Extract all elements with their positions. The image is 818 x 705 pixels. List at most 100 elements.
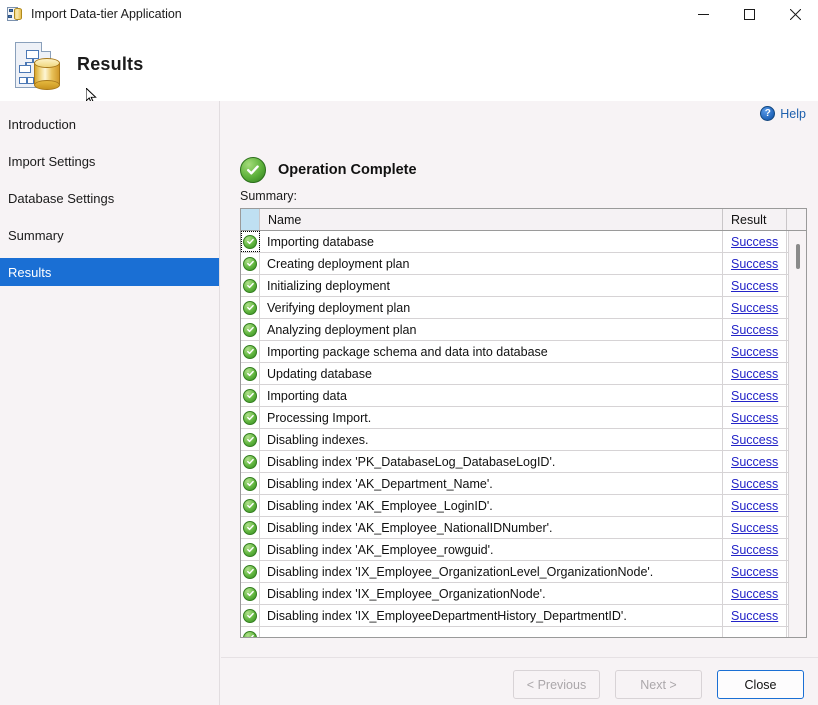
close-button[interactable]: Close xyxy=(717,670,804,699)
table-row[interactable]: Disabling index 'IX_Employee_Organizatio… xyxy=(241,583,806,605)
row-status-cell xyxy=(241,319,260,340)
result-link[interactable]: Success xyxy=(731,323,778,337)
table-row[interactable]: Importing package schema and data into d… xyxy=(241,341,806,363)
table-row[interactable]: Analyzing deployment plan Success xyxy=(241,319,806,341)
result-link[interactable]: Success xyxy=(731,345,778,359)
sidebar-item-summary[interactable]: Summary xyxy=(0,221,219,249)
app-icon xyxy=(7,6,23,22)
row-name-cell: Disabling index 'AK_Department_Name'. xyxy=(260,473,723,494)
table-row[interactable]: Importing database Success xyxy=(241,231,806,253)
minimize-button[interactable] xyxy=(680,0,726,28)
row-name-cell: Processing Import. xyxy=(260,407,723,428)
table-row[interactable]: Disabling index 'AK_Department_Name'. Suc… xyxy=(241,473,806,495)
previous-button[interactable]: < Previous xyxy=(513,670,600,699)
sidebar-item-label: Import Settings xyxy=(8,153,96,169)
table-row[interactable]: Updating database Success xyxy=(241,363,806,385)
row-name-cell: Disabling index 'AK_Employee_LoginID'. xyxy=(260,495,723,516)
row-result-cell: Success xyxy=(723,429,787,450)
green-check-icon xyxy=(243,498,257,513)
result-link[interactable]: Success xyxy=(731,411,778,425)
window-controls xyxy=(680,0,818,28)
green-check-icon xyxy=(243,586,257,601)
sidebar-item-introduction[interactable]: Introduction xyxy=(0,110,219,138)
results-content-pane: ? Help Operation Complete Summary: Name … xyxy=(221,101,818,657)
dacpac-database-icon xyxy=(11,41,63,90)
close-window-button[interactable] xyxy=(772,0,818,28)
green-check-icon xyxy=(243,256,257,271)
table-row[interactable]: Creating deployment plan Success xyxy=(241,253,806,275)
table-row[interactable]: Initializing deployment Success xyxy=(241,275,806,297)
table-scrollbar[interactable] xyxy=(788,231,806,637)
row-name-cell: Disabling index 'IX_EmployeeDepartmentHi… xyxy=(260,605,723,626)
row-status-cell xyxy=(241,627,260,637)
result-link[interactable]: Success xyxy=(731,367,778,381)
row-status-cell xyxy=(241,473,260,494)
green-check-icon xyxy=(243,608,257,623)
result-link[interactable]: Success xyxy=(731,477,778,491)
green-check-icon xyxy=(243,234,257,249)
row-status-cell xyxy=(241,297,260,318)
result-link[interactable]: Success xyxy=(731,235,778,249)
help-link[interactable]: ? Help xyxy=(760,106,806,121)
row-result-cell: Success xyxy=(723,407,787,428)
page-banner: Results xyxy=(0,28,818,104)
table-header-result: Result xyxy=(723,209,787,230)
sidebar-item-import-settings[interactable]: Import Settings xyxy=(0,147,219,175)
green-check-icon xyxy=(243,520,257,535)
green-check-icon xyxy=(243,322,257,337)
result-link[interactable]: Success xyxy=(731,455,778,469)
result-link[interactable]: Success xyxy=(731,587,778,601)
result-link[interactable]: Success xyxy=(731,389,778,403)
row-status-cell xyxy=(241,253,260,274)
help-circle-icon: ? xyxy=(760,106,776,121)
green-check-icon xyxy=(243,432,257,447)
row-status-cell xyxy=(241,275,260,296)
table-body: Importing database Success Creating deploy… xyxy=(241,231,806,637)
result-link[interactable]: Success xyxy=(731,543,778,557)
table-row[interactable]: Disabling index 'AK_Employee_LoginID'. Su… xyxy=(241,495,806,517)
operation-status: Operation Complete xyxy=(240,157,417,183)
next-button-label: Next > xyxy=(640,677,677,692)
row-name-cell: Analyzing deployment plan xyxy=(260,319,723,340)
row-result-cell: Success xyxy=(723,451,787,472)
result-link[interactable]: Success xyxy=(731,279,778,293)
table-row[interactable]: Disabling index 'AK_Employee_rowguid'. Su… xyxy=(241,539,806,561)
row-result-cell: Success xyxy=(723,539,787,560)
green-check-icon xyxy=(243,300,257,315)
result-link[interactable]: Success xyxy=(731,499,778,513)
row-result-cell: Success xyxy=(723,253,787,274)
table-row[interactable]: Disabling index 'IX_Employee_Organizatio… xyxy=(241,561,806,583)
sidebar-item-results[interactable]: Results xyxy=(0,258,219,286)
scrollbar-thumb[interactable] xyxy=(796,244,800,269)
next-button[interactable]: Next > xyxy=(615,670,702,699)
table-row[interactable]: Disabling index 'AK_Employee_NationalIDN… xyxy=(241,517,806,539)
row-name-cell: Disabling index 'AK_Employee_NationalIDN… xyxy=(260,517,723,538)
row-status-cell xyxy=(241,429,260,450)
table-row[interactable] xyxy=(241,627,806,637)
result-link[interactable]: Success xyxy=(731,257,778,271)
table-row[interactable]: Disabling index 'PK_DatabaseLog_Database… xyxy=(241,451,806,473)
table-row[interactable]: Verifying deployment plan Success xyxy=(241,297,806,319)
result-link[interactable]: Success xyxy=(731,609,778,623)
row-name-cell xyxy=(260,627,723,637)
result-link[interactable]: Success xyxy=(731,521,778,535)
green-check-icon xyxy=(243,410,257,425)
sidebar-item-label: Database Settings xyxy=(8,190,115,206)
table-row[interactable]: Disabling index 'IX_EmployeeDepartmentHi… xyxy=(241,605,806,627)
result-link[interactable]: Success xyxy=(731,565,778,579)
result-link[interactable]: Success xyxy=(731,301,778,315)
maximize-button[interactable] xyxy=(726,0,772,28)
row-status-cell xyxy=(241,561,260,582)
table-row[interactable]: Disabling indexes. Success xyxy=(241,429,806,451)
row-status-cell xyxy=(241,341,260,362)
sidebar-item-label: Results xyxy=(8,264,52,280)
row-name-cell: Initializing deployment xyxy=(260,275,723,296)
result-link[interactable]: Success xyxy=(731,433,778,447)
row-name-cell: Updating database xyxy=(260,363,723,384)
row-result-cell: Success xyxy=(723,473,787,494)
table-row[interactable]: Processing Import. Success xyxy=(241,407,806,429)
row-name-cell: Disabling index 'PK_DatabaseLog_Database… xyxy=(260,451,723,472)
help-label: Help xyxy=(780,106,806,121)
sidebar-item-database-settings[interactable]: Database Settings xyxy=(0,184,219,212)
table-row[interactable]: Importing data Success xyxy=(241,385,806,407)
